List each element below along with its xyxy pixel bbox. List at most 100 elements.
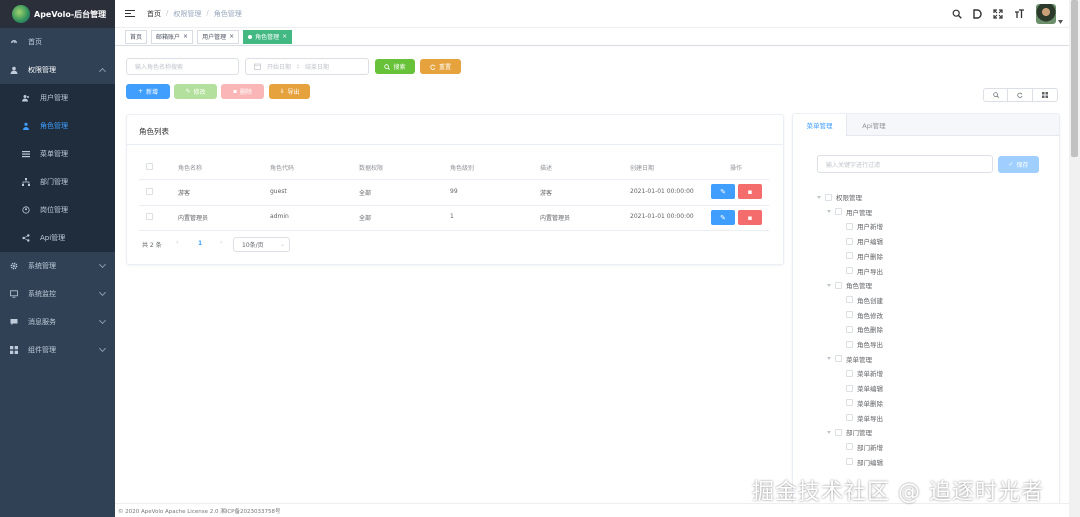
tree-checkbox[interactable] — [846, 222, 853, 230]
tree-node[interactable]: 权限管理 — [817, 192, 862, 202]
tag-email[interactable]: 邮箱账户 × — [151, 29, 194, 44]
tree-checkbox[interactable] — [835, 281, 842, 289]
row-edit-button[interactable]: ✎ — [711, 184, 735, 199]
tree-node[interactable]: 角色导出 — [837, 339, 883, 349]
export-button[interactable]: ⇓ 导出 — [269, 84, 310, 99]
row-delete-button[interactable]: ▪ — [738, 210, 762, 225]
row-checkbox[interactable] — [146, 188, 153, 195]
tree-node[interactable]: 用户导出 — [837, 266, 883, 276]
font-size-icon[interactable] — [1014, 9, 1025, 19]
tree-checkbox[interactable] — [846, 267, 853, 274]
tree-checkbox[interactable] — [846, 399, 853, 407]
search-icon[interactable] — [952, 9, 962, 19]
reset-button[interactable]: 重置 — [420, 59, 461, 74]
sidebar-item-roles[interactable]: 角色管理 — [0, 112, 115, 140]
tree-filter-input[interactable]: 输入关键字进行过滤 — [817, 155, 993, 173]
add-button[interactable]: + 新增 — [126, 84, 170, 99]
end-date-input[interactable]: 结束日期 — [305, 62, 329, 71]
tree-checkbox[interactable] — [835, 208, 842, 216]
scrollbar-thumb[interactable] — [1071, 0, 1078, 157]
tree-node[interactable]: 用户删除 — [837, 251, 883, 261]
tree-checkbox[interactable] — [835, 428, 842, 436]
sidebar-item-home[interactable]: 首页 — [0, 28, 115, 56]
prev-page-icon[interactable]: ‹ — [176, 239, 178, 246]
sidebar-item-monitor[interactable]: 系统监控 — [0, 280, 115, 308]
next-page-icon[interactable]: › — [220, 239, 222, 246]
page-scrollbar[interactable] — [1069, 0, 1080, 517]
tree-node[interactable]: 部门新增 — [837, 442, 883, 452]
row-edit-button[interactable]: ✎ — [711, 210, 735, 225]
tree-node[interactable]: 角色删除 — [837, 324, 883, 334]
columns-button[interactable] — [1033, 88, 1058, 102]
close-icon[interactable]: × — [229, 33, 234, 40]
row-delete-button[interactable]: ▪ — [738, 184, 762, 199]
caret-down-icon[interactable] — [817, 195, 821, 199]
tag-home[interactable]: 首页 — [125, 29, 148, 44]
tree-checkbox[interactable] — [846, 237, 853, 245]
tree-checkbox[interactable] — [846, 384, 853, 392]
tree-node[interactable]: 用户编辑 — [837, 236, 883, 246]
tree-node[interactable]: 用户管理 — [827, 207, 872, 217]
tree-node[interactable]: 角色管理 — [827, 280, 872, 290]
tree-checkbox[interactable] — [846, 443, 853, 451]
tree-checkbox[interactable] — [846, 369, 853, 377]
caret-down-icon[interactable] — [827, 210, 831, 214]
close-icon[interactable]: × — [282, 33, 287, 40]
sidebar-item-system[interactable]: 系统管理 — [0, 252, 115, 280]
tree-node[interactable]: 菜单管理 — [827, 354, 872, 364]
tree-checkbox[interactable] — [846, 458, 853, 466]
sidebar-item-message[interactable]: 消息服务 — [0, 308, 115, 336]
sidebar-item-api[interactable]: Api管理 — [0, 224, 115, 252]
tree-node[interactable]: 部门管理 — [827, 427, 872, 437]
app-logo[interactable]: ApeVolo-后台管理 — [0, 0, 115, 28]
caret-down-icon[interactable] — [827, 283, 831, 287]
tree-node[interactable]: 菜单删除 — [837, 398, 883, 408]
caret-down-icon[interactable] — [1058, 20, 1063, 24]
tree-node[interactable]: 菜单编辑 — [837, 383, 883, 393]
caret-down-icon[interactable] — [827, 430, 831, 434]
search-button[interactable]: 搜索 — [375, 59, 415, 74]
page-number[interactable]: 1 — [198, 240, 202, 247]
edit-button[interactable]: ✎ 修改 — [174, 84, 217, 99]
date-range-picker[interactable]: 开始日期 : 结束日期 — [245, 58, 369, 75]
tree-node[interactable]: 部门编辑 — [837, 457, 883, 467]
tab-menu-perm[interactable]: 菜单管理 — [793, 114, 847, 136]
tree-node[interactable]: 角色创建 — [837, 295, 883, 305]
tree-node[interactable]: 角色修改 — [837, 310, 883, 320]
breadcrumb-home[interactable]: 首页 — [147, 9, 161, 19]
tree-node[interactable]: 用户新增 — [837, 221, 883, 231]
sidebar-item-menus[interactable]: 菜单管理 — [0, 140, 115, 168]
refresh-button[interactable] — [1008, 88, 1033, 102]
page-size-select[interactable]: 10条/页 ⌄ — [233, 237, 290, 252]
sidebar-item-users[interactable]: 用户管理 — [0, 84, 115, 112]
sidebar-item-depts[interactable]: 部门管理 — [0, 168, 115, 196]
select-all-checkbox[interactable] — [146, 163, 153, 170]
tree-checkbox[interactable] — [846, 340, 853, 348]
tree-checkbox[interactable] — [846, 311, 853, 319]
hamburger-icon[interactable] — [125, 10, 135, 17]
search-toggle-button[interactable] — [983, 88, 1008, 102]
avatar[interactable] — [1036, 4, 1056, 24]
tree-checkbox[interactable] — [846, 325, 853, 333]
tree-node[interactable]: 菜单新增 — [837, 368, 883, 378]
sidebar-item-permission[interactable]: 权限管理 — [0, 56, 115, 84]
tree-node[interactable]: 菜单导出 — [837, 413, 883, 423]
tag-users[interactable]: 用户管理 × — [197, 29, 240, 44]
fullscreen-icon[interactable] — [993, 9, 1003, 19]
close-icon[interactable]: × — [183, 33, 188, 40]
save-perm-button[interactable]: ✓ 保存 — [998, 156, 1039, 173]
tab-api-perm[interactable]: Api管理 — [847, 114, 901, 136]
caret-down-icon[interactable] — [827, 357, 831, 361]
tree-checkbox[interactable] — [846, 296, 853, 304]
tree-checkbox[interactable] — [846, 414, 853, 421]
delete-button[interactable]: ▪ 删除 — [221, 84, 264, 99]
doc-icon[interactable] — [973, 9, 982, 19]
sidebar-item-jobs[interactable]: 岗位管理 — [0, 196, 115, 224]
tree-checkbox[interactable] — [846, 252, 853, 260]
tree-checkbox[interactable] — [835, 355, 842, 363]
tree-checkbox[interactable] — [825, 193, 832, 201]
tag-roles[interactable]: 角色管理 × — [243, 29, 293, 44]
sidebar-item-components[interactable]: 组件管理 — [0, 336, 115, 364]
role-name-search-input[interactable]: 输入角色名称搜索 — [126, 58, 239, 75]
start-date-input[interactable]: 开始日期 — [267, 62, 291, 71]
